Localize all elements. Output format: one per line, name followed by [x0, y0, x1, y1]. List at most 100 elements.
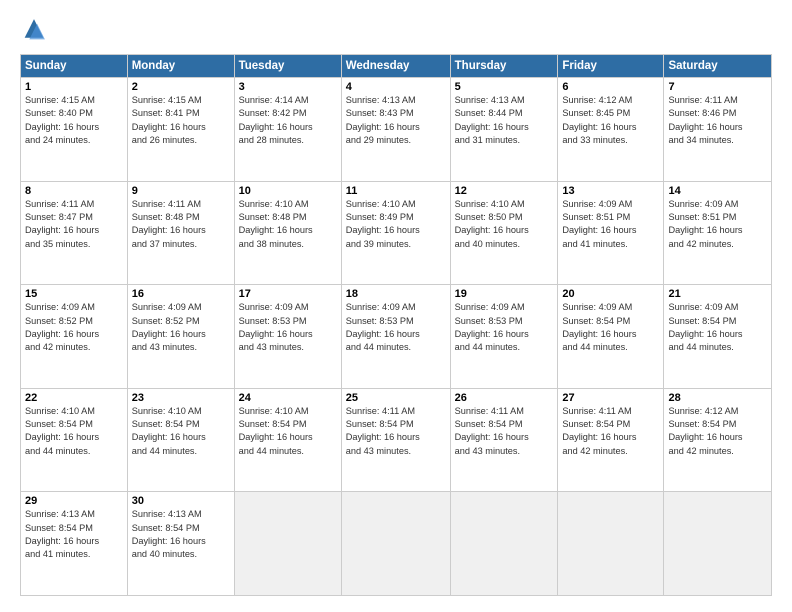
calendar-cell: 29Sunrise: 4:13 AM Sunset: 8:54 PM Dayli…: [21, 492, 128, 596]
day-info: Sunrise: 4:12 AM Sunset: 8:54 PM Dayligh…: [668, 405, 767, 458]
calendar-cell: [558, 492, 664, 596]
day-number: 29: [25, 495, 123, 507]
day-number: 11: [346, 185, 446, 197]
day-number: 18: [346, 288, 446, 300]
day-info: Sunrise: 4:11 AM Sunset: 8:54 PM Dayligh…: [346, 405, 446, 458]
calendar-header-sunday: Sunday: [21, 55, 128, 78]
calendar-cell: 10Sunrise: 4:10 AM Sunset: 8:48 PM Dayli…: [234, 181, 341, 285]
day-info: Sunrise: 4:14 AM Sunset: 8:42 PM Dayligh…: [239, 94, 337, 147]
day-info: Sunrise: 4:11 AM Sunset: 8:54 PM Dayligh…: [562, 405, 659, 458]
calendar-cell: 23Sunrise: 4:10 AM Sunset: 8:54 PM Dayli…: [127, 388, 234, 492]
day-number: 3: [239, 81, 337, 93]
calendar: SundayMondayTuesdayWednesdayThursdayFrid…: [20, 54, 772, 596]
calendar-cell: 27Sunrise: 4:11 AM Sunset: 8:54 PM Dayli…: [558, 388, 664, 492]
calendar-header-friday: Friday: [558, 55, 664, 78]
calendar-cell: 13Sunrise: 4:09 AM Sunset: 8:51 PM Dayli…: [558, 181, 664, 285]
day-number: 1: [25, 81, 123, 93]
calendar-week-4: 22Sunrise: 4:10 AM Sunset: 8:54 PM Dayli…: [21, 388, 772, 492]
calendar-cell: 4Sunrise: 4:13 AM Sunset: 8:43 PM Daylig…: [341, 78, 450, 182]
day-number: 19: [455, 288, 554, 300]
day-number: 26: [455, 392, 554, 404]
day-number: 5: [455, 81, 554, 93]
day-number: 14: [668, 185, 767, 197]
day-number: 28: [668, 392, 767, 404]
day-number: 2: [132, 81, 230, 93]
day-number: 27: [562, 392, 659, 404]
calendar-cell: 9Sunrise: 4:11 AM Sunset: 8:48 PM Daylig…: [127, 181, 234, 285]
calendar-cell: 22Sunrise: 4:10 AM Sunset: 8:54 PM Dayli…: [21, 388, 128, 492]
calendar-header-monday: Monday: [127, 55, 234, 78]
calendar-cell: 8Sunrise: 4:11 AM Sunset: 8:47 PM Daylig…: [21, 181, 128, 285]
calendar-cell: [664, 492, 772, 596]
calendar-cell: 28Sunrise: 4:12 AM Sunset: 8:54 PM Dayli…: [664, 388, 772, 492]
calendar-cell: 3Sunrise: 4:14 AM Sunset: 8:42 PM Daylig…: [234, 78, 341, 182]
calendar-cell: [450, 492, 558, 596]
day-info: Sunrise: 4:09 AM Sunset: 8:53 PM Dayligh…: [455, 301, 554, 354]
day-number: 15: [25, 288, 123, 300]
day-info: Sunrise: 4:15 AM Sunset: 8:41 PM Dayligh…: [132, 94, 230, 147]
logo-icon: [20, 16, 48, 44]
calendar-cell: 25Sunrise: 4:11 AM Sunset: 8:54 PM Dayli…: [341, 388, 450, 492]
page: SundayMondayTuesdayWednesdayThursdayFrid…: [0, 0, 792, 612]
day-info: Sunrise: 4:09 AM Sunset: 8:52 PM Dayligh…: [25, 301, 123, 354]
calendar-cell: 26Sunrise: 4:11 AM Sunset: 8:54 PM Dayli…: [450, 388, 558, 492]
day-info: Sunrise: 4:10 AM Sunset: 8:50 PM Dayligh…: [455, 198, 554, 251]
calendar-cell: 24Sunrise: 4:10 AM Sunset: 8:54 PM Dayli…: [234, 388, 341, 492]
day-info: Sunrise: 4:11 AM Sunset: 8:54 PM Dayligh…: [455, 405, 554, 458]
day-info: Sunrise: 4:11 AM Sunset: 8:48 PM Dayligh…: [132, 198, 230, 251]
day-info: Sunrise: 4:09 AM Sunset: 8:53 PM Dayligh…: [346, 301, 446, 354]
day-info: Sunrise: 4:10 AM Sunset: 8:54 PM Dayligh…: [132, 405, 230, 458]
calendar-cell: 17Sunrise: 4:09 AM Sunset: 8:53 PM Dayli…: [234, 285, 341, 389]
day-number: 10: [239, 185, 337, 197]
day-number: 8: [25, 185, 123, 197]
calendar-cell: 30Sunrise: 4:13 AM Sunset: 8:54 PM Dayli…: [127, 492, 234, 596]
calendar-cell: 19Sunrise: 4:09 AM Sunset: 8:53 PM Dayli…: [450, 285, 558, 389]
day-number: 20: [562, 288, 659, 300]
calendar-week-3: 15Sunrise: 4:09 AM Sunset: 8:52 PM Dayli…: [21, 285, 772, 389]
day-info: Sunrise: 4:13 AM Sunset: 8:54 PM Dayligh…: [25, 508, 123, 561]
calendar-cell: 1Sunrise: 4:15 AM Sunset: 8:40 PM Daylig…: [21, 78, 128, 182]
calendar-cell: [234, 492, 341, 596]
calendar-week-5: 29Sunrise: 4:13 AM Sunset: 8:54 PM Dayli…: [21, 492, 772, 596]
calendar-header-tuesday: Tuesday: [234, 55, 341, 78]
calendar-week-2: 8Sunrise: 4:11 AM Sunset: 8:47 PM Daylig…: [21, 181, 772, 285]
day-info: Sunrise: 4:09 AM Sunset: 8:53 PM Dayligh…: [239, 301, 337, 354]
day-number: 13: [562, 185, 659, 197]
day-info: Sunrise: 4:09 AM Sunset: 8:54 PM Dayligh…: [668, 301, 767, 354]
day-info: Sunrise: 4:09 AM Sunset: 8:52 PM Dayligh…: [132, 301, 230, 354]
day-number: 16: [132, 288, 230, 300]
day-info: Sunrise: 4:10 AM Sunset: 8:48 PM Dayligh…: [239, 198, 337, 251]
calendar-week-1: 1Sunrise: 4:15 AM Sunset: 8:40 PM Daylig…: [21, 78, 772, 182]
day-info: Sunrise: 4:09 AM Sunset: 8:51 PM Dayligh…: [562, 198, 659, 251]
day-info: Sunrise: 4:13 AM Sunset: 8:44 PM Dayligh…: [455, 94, 554, 147]
calendar-cell: 11Sunrise: 4:10 AM Sunset: 8:49 PM Dayli…: [341, 181, 450, 285]
day-info: Sunrise: 4:11 AM Sunset: 8:46 PM Dayligh…: [668, 94, 767, 147]
day-info: Sunrise: 4:10 AM Sunset: 8:54 PM Dayligh…: [25, 405, 123, 458]
calendar-header-wednesday: Wednesday: [341, 55, 450, 78]
day-info: Sunrise: 4:12 AM Sunset: 8:45 PM Dayligh…: [562, 94, 659, 147]
calendar-header-row: SundayMondayTuesdayWednesdayThursdayFrid…: [21, 55, 772, 78]
calendar-cell: 6Sunrise: 4:12 AM Sunset: 8:45 PM Daylig…: [558, 78, 664, 182]
day-info: Sunrise: 4:09 AM Sunset: 8:51 PM Dayligh…: [668, 198, 767, 251]
calendar-cell: 16Sunrise: 4:09 AM Sunset: 8:52 PM Dayli…: [127, 285, 234, 389]
day-number: 22: [25, 392, 123, 404]
calendar-cell: 15Sunrise: 4:09 AM Sunset: 8:52 PM Dayli…: [21, 285, 128, 389]
day-info: Sunrise: 4:13 AM Sunset: 8:54 PM Dayligh…: [132, 508, 230, 561]
day-number: 17: [239, 288, 337, 300]
calendar-cell: 21Sunrise: 4:09 AM Sunset: 8:54 PM Dayli…: [664, 285, 772, 389]
logo: [20, 16, 52, 44]
calendar-cell: 18Sunrise: 4:09 AM Sunset: 8:53 PM Dayli…: [341, 285, 450, 389]
header: [20, 16, 772, 44]
day-info: Sunrise: 4:09 AM Sunset: 8:54 PM Dayligh…: [562, 301, 659, 354]
day-number: 30: [132, 495, 230, 507]
calendar-header-thursday: Thursday: [450, 55, 558, 78]
calendar-cell: 7Sunrise: 4:11 AM Sunset: 8:46 PM Daylig…: [664, 78, 772, 182]
calendar-cell: 2Sunrise: 4:15 AM Sunset: 8:41 PM Daylig…: [127, 78, 234, 182]
day-number: 6: [562, 81, 659, 93]
calendar-cell: [341, 492, 450, 596]
day-info: Sunrise: 4:15 AM Sunset: 8:40 PM Dayligh…: [25, 94, 123, 147]
calendar-cell: 20Sunrise: 4:09 AM Sunset: 8:54 PM Dayli…: [558, 285, 664, 389]
day-info: Sunrise: 4:11 AM Sunset: 8:47 PM Dayligh…: [25, 198, 123, 251]
day-number: 7: [668, 81, 767, 93]
day-info: Sunrise: 4:10 AM Sunset: 8:49 PM Dayligh…: [346, 198, 446, 251]
